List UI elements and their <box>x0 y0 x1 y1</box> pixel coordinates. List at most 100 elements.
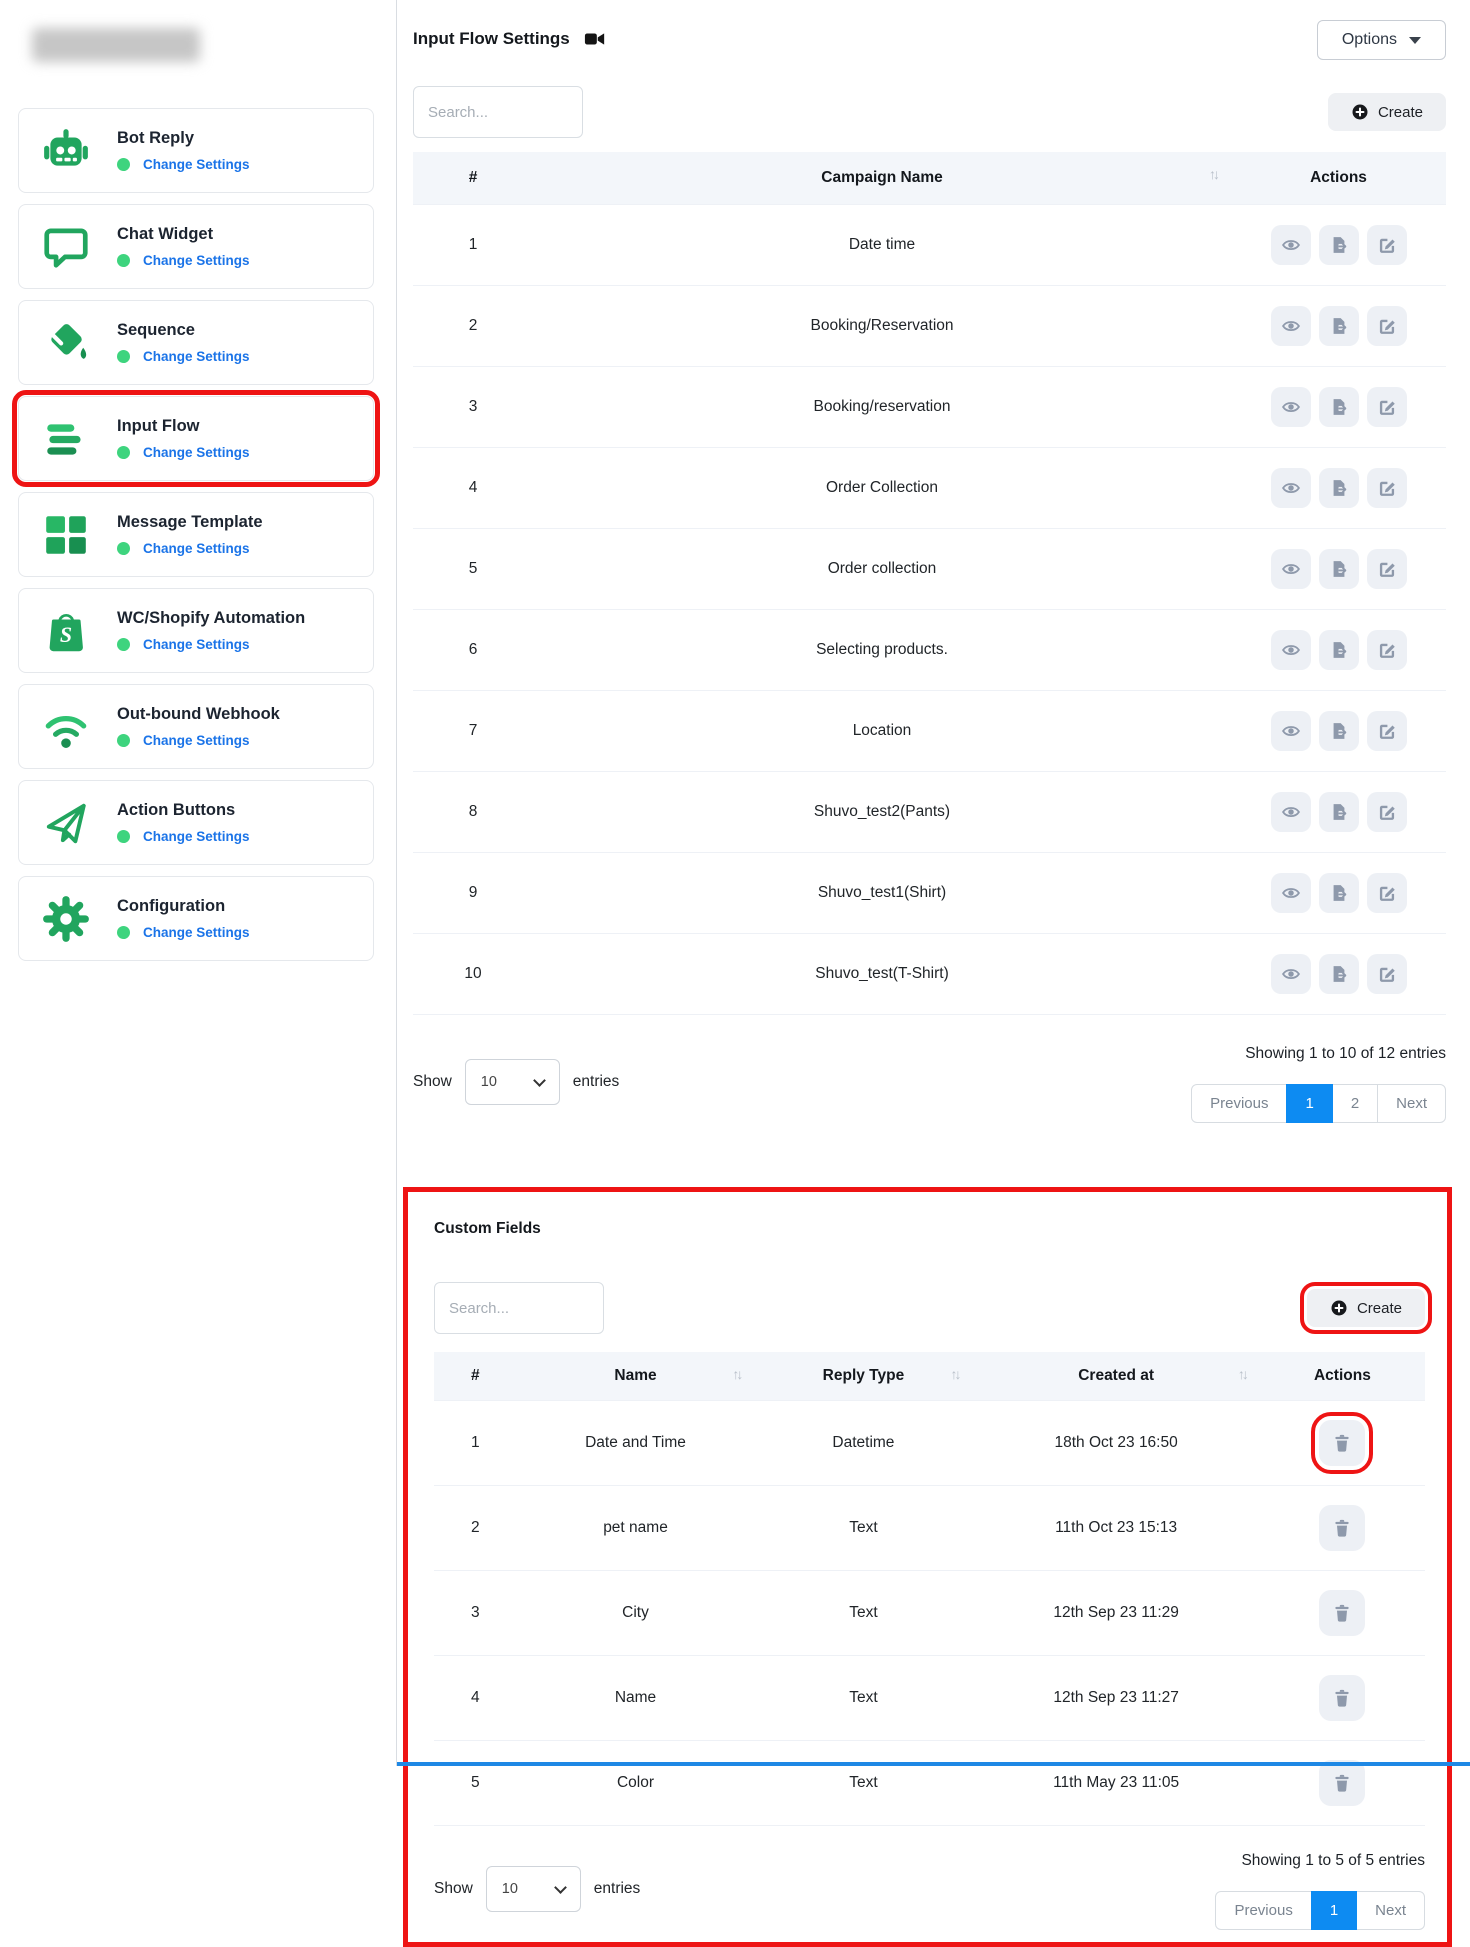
view-button[interactable] <box>1271 549 1311 589</box>
delete-button[interactable] <box>1319 1590 1365 1636</box>
view-button[interactable] <box>1271 468 1311 508</box>
list-bars-icon <box>41 414 91 464</box>
page-button-2[interactable]: 2 <box>1332 1084 1378 1123</box>
previous-page-button[interactable]: Previous <box>1215 1891 1311 1930</box>
campaigns-table: # Campaign Name ↑↓ Actions 1 Date time 2… <box>413 152 1446 1015</box>
sidebar-item-label: Message Template <box>117 513 263 532</box>
next-page-button[interactable]: Next <box>1356 1891 1425 1930</box>
export-button[interactable] <box>1319 549 1359 589</box>
sidebar-item-action-buttons[interactable]: Action Buttons Change Settings <box>18 780 374 865</box>
export-button[interactable] <box>1319 387 1359 427</box>
page-title: Input Flow Settings <box>413 29 570 49</box>
edit-button[interactable] <box>1367 630 1407 670</box>
sidebar-item-sequence[interactable]: Sequence Change Settings <box>18 300 374 385</box>
page-size-select[interactable]: 10 <box>465 1059 560 1105</box>
view-button[interactable] <box>1271 306 1311 346</box>
delete-button[interactable] <box>1319 1505 1365 1551</box>
change-settings-link[interactable]: Change Settings <box>143 349 250 364</box>
table-row: 6 Selecting products. <box>413 610 1446 691</box>
eye-icon <box>1281 235 1301 255</box>
view-button[interactable] <box>1271 387 1311 427</box>
export-button[interactable] <box>1319 225 1359 265</box>
edit-icon <box>1377 802 1397 822</box>
sort-icon[interactable]: ↑↓ <box>1238 1366 1246 1382</box>
export-button[interactable] <box>1319 468 1359 508</box>
table-header-row: # Campaign Name ↑↓ Actions <box>413 152 1446 205</box>
change-settings-link[interactable]: Change Settings <box>143 637 250 652</box>
export-button[interactable] <box>1319 873 1359 913</box>
app-logo <box>32 28 200 62</box>
sidebar-item-label: Out-bound Webhook <box>117 705 280 724</box>
sort-icon[interactable]: ↑↓ <box>950 1366 958 1382</box>
delete-button[interactable] <box>1319 1675 1365 1721</box>
change-settings-link[interactable]: Change Settings <box>143 253 250 268</box>
page-button-1[interactable]: 1 <box>1311 1891 1357 1930</box>
custom-fields-search-input[interactable] <box>434 1282 604 1334</box>
change-settings-link[interactable]: Change Settings <box>143 445 250 460</box>
view-button[interactable] <box>1271 711 1311 751</box>
change-settings-link[interactable]: Change Settings <box>143 733 250 748</box>
edit-button[interactable] <box>1367 468 1407 508</box>
sidebar-item-label: Configuration <box>117 897 250 916</box>
sort-icon[interactable]: ↑↓ <box>732 1366 740 1382</box>
table-row: 5 Order collection <box>413 529 1446 610</box>
search-input[interactable] <box>413 86 583 138</box>
sidebar-item-input-flow[interactable]: Input Flow Change Settings <box>18 396 374 481</box>
sidebar-item-chat-widget[interactable]: Chat Widget Change Settings <box>18 204 374 289</box>
view-button[interactable] <box>1271 630 1311 670</box>
table-row: 4 Order Collection <box>413 448 1446 529</box>
status-dot-icon <box>117 254 130 267</box>
page-button-1[interactable]: 1 <box>1286 1084 1332 1123</box>
status-dot-icon <box>117 542 130 555</box>
status-dot-icon <box>117 350 130 363</box>
sidebar-item-wc-shopify-automation[interactable]: WC/Shopify Automation Change Settings <box>18 588 374 673</box>
view-button[interactable] <box>1271 954 1311 994</box>
sidebar-item-out-bound-webhook[interactable]: Out-bound Webhook Change Settings <box>18 684 374 769</box>
view-button[interactable] <box>1271 792 1311 832</box>
page-size-select[interactable]: 10 <box>486 1866 581 1912</box>
edit-button[interactable] <box>1367 387 1407 427</box>
edit-button[interactable] <box>1367 549 1407 589</box>
eye-icon <box>1281 559 1301 579</box>
custom-fields-table: # Name ↑↓ Reply Type ↑↓ Created at ↑↓ <box>434 1352 1425 1826</box>
custom-fields-section: Custom Fields Create # Name ↑↓ <box>403 1187 1452 1947</box>
export-button[interactable] <box>1319 792 1359 832</box>
change-settings-link[interactable]: Change Settings <box>143 541 250 556</box>
change-settings-link[interactable]: Change Settings <box>143 157 250 172</box>
sidebar-item-configuration[interactable]: Configuration Change Settings <box>18 876 374 961</box>
create-button[interactable]: Create <box>1328 93 1446 131</box>
previous-page-button[interactable]: Previous <box>1191 1084 1287 1123</box>
export-button[interactable] <box>1319 954 1359 994</box>
sort-icon[interactable]: ↑↓ <box>1209 166 1217 182</box>
edit-button[interactable] <box>1367 873 1407 913</box>
options-button[interactable]: Options <box>1317 20 1446 60</box>
entries-label: entries <box>594 1880 641 1898</box>
file-export-icon <box>1329 478 1349 498</box>
export-button[interactable] <box>1319 630 1359 670</box>
change-settings-link[interactable]: Change Settings <box>143 925 250 940</box>
view-button[interactable] <box>1271 873 1311 913</box>
delete-button[interactable] <box>1319 1760 1365 1806</box>
gear-icon <box>41 894 91 944</box>
edit-button[interactable] <box>1367 225 1407 265</box>
edit-button[interactable] <box>1367 954 1407 994</box>
edit-button[interactable] <box>1367 792 1407 832</box>
status-dot-icon <box>117 830 130 843</box>
edit-button[interactable] <box>1367 711 1407 751</box>
next-page-button[interactable]: Next <box>1377 1084 1446 1123</box>
file-export-icon <box>1329 235 1349 255</box>
custom-fields-create-button[interactable]: Create <box>1307 1289 1425 1327</box>
page: Bot Reply Change Settings Chat Widget Ch… <box>0 0 1470 1766</box>
edit-button[interactable] <box>1367 306 1407 346</box>
change-settings-link[interactable]: Change Settings <box>143 829 250 844</box>
chevron-down-icon <box>533 1074 546 1087</box>
sidebar-item-bot-reply[interactable]: Bot Reply Change Settings <box>18 108 374 193</box>
sidebar-item-message-template[interactable]: Message Template Change Settings <box>18 492 374 577</box>
delete-button[interactable] <box>1319 1420 1365 1466</box>
video-camera-icon[interactable] <box>584 28 606 50</box>
file-export-icon <box>1329 721 1349 741</box>
create-label: Create <box>1378 104 1423 121</box>
export-button[interactable] <box>1319 306 1359 346</box>
export-button[interactable] <box>1319 711 1359 751</box>
view-button[interactable] <box>1271 225 1311 265</box>
